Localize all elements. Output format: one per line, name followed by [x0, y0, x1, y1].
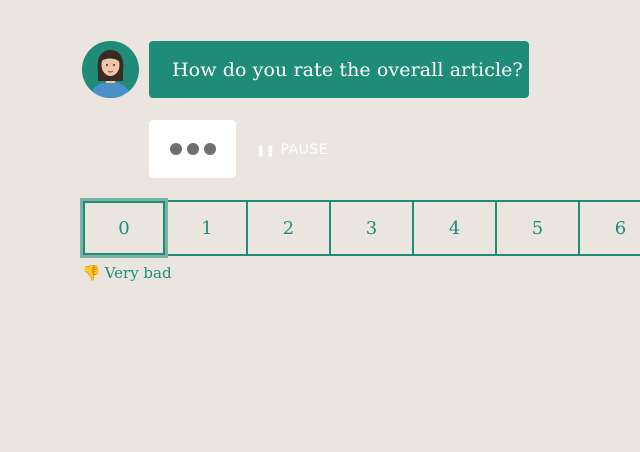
rating-option-label: 4 [448, 217, 461, 239]
rating-option-label: 5 [531, 217, 544, 239]
typing-dot [169, 143, 182, 155]
rating-option-label: 3 [365, 217, 378, 239]
question-bubble: How do you rate the overall article? [149, 41, 529, 98]
rating-hint-label: Very bad [104, 264, 172, 282]
pause-icon: ❚❚ [256, 143, 276, 157]
pause-label: PAUSE [280, 142, 329, 158]
rating-option-3[interactable]: 3 [331, 200, 414, 256]
rating-scale: 0 1 2 3 4 5 6 [80, 198, 640, 258]
question-text: How do you rate the overall article? [172, 58, 523, 81]
chat-page: How do you rate the overall article? ❚❚ … [0, 0, 640, 452]
rating-option-label: 2 [282, 217, 295, 239]
thumbs-down-icon: 👎 [82, 264, 101, 282]
avatar [82, 41, 139, 98]
rating-option-2[interactable]: 2 [248, 200, 331, 256]
rating-hint: 👎 Very bad [82, 264, 172, 282]
person-avatar-icon [82, 41, 139, 98]
rating-option-1[interactable]: 1 [168, 200, 248, 256]
rating-option-label: 6 [614, 217, 627, 239]
rating-option-label: 0 [118, 217, 130, 239]
pause-button[interactable]: ❚❚ PAUSE [256, 140, 328, 160]
rating-option-5[interactable]: 5 [497, 200, 580, 256]
rating-option-label: 1 [201, 217, 213, 239]
rating-option-6[interactable]: 6 [580, 200, 640, 256]
typing-dot [186, 143, 199, 155]
typing-dot [203, 143, 216, 155]
typing-indicator [149, 120, 236, 178]
rating-option-0[interactable]: 0 [80, 198, 168, 258]
rating-option-4[interactable]: 4 [414, 200, 497, 256]
